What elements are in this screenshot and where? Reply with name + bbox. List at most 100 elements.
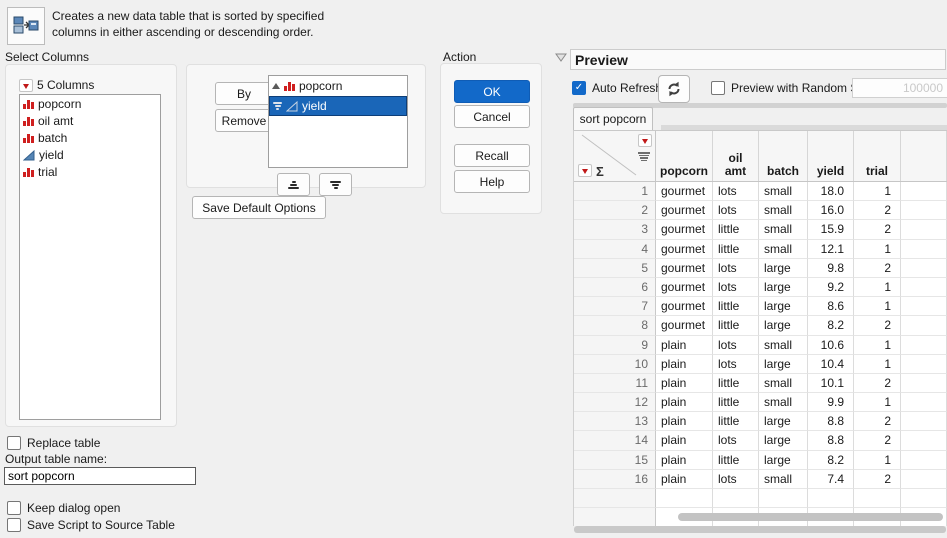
row-number-cell[interactable]: 7 [574,297,656,316]
table-row[interactable]: 9 plain lots small 10.6 1 [574,336,947,355]
cell-yield[interactable]: 9.8 [808,259,854,278]
cell-batch[interactable]: large [759,297,808,316]
row-number-cell[interactable]: 12 [574,393,656,412]
preview-horizontal-scrollbar[interactable] [574,526,946,533]
cell-oil-amt[interactable]: little [713,412,759,431]
cell-popcorn[interactable]: gourmet [656,297,713,316]
row-number-cell[interactable]: 1 [574,182,656,201]
keep-dialog-open-checkbox[interactable] [7,501,21,515]
row-number-cell[interactable]: 5 [574,259,656,278]
sigma-icon[interactable]: Σ [596,165,604,178]
ok-button[interactable]: OK [454,80,530,103]
cell-batch[interactable]: large [759,451,808,470]
cell-oil-amt[interactable]: lots [713,431,759,450]
column-list-item[interactable]: oil amt [20,112,160,129]
cell-batch[interactable]: small [759,220,808,239]
save-default-options-button[interactable]: Save Default Options [192,196,326,219]
table-row[interactable]: 8 gourmet little large 8.2 2 [574,316,947,335]
column-list-item[interactable]: yield [20,146,160,163]
cell-trial[interactable]: 2 [854,470,901,489]
row-number-cell[interactable]: 10 [574,355,656,374]
row-number-cell[interactable]: 13 [574,412,656,431]
cell-oil-amt[interactable]: little [713,316,759,335]
cell-yield[interactable]: 8.8 [808,412,854,431]
sort-ascending-icon[interactable] [272,83,280,89]
random-subset-checkbox[interactable] [711,81,725,95]
cell-oil-amt[interactable]: little [713,374,759,393]
cell-popcorn[interactable]: gourmet [656,278,713,297]
cell-batch[interactable]: large [759,431,808,450]
cell-trial[interactable]: 1 [854,336,901,355]
table-horizontal-scrollbar[interactable] [678,513,943,521]
cell-batch[interactable]: small [759,201,808,220]
cell-oil-amt[interactable]: lots [713,182,759,201]
remove-button[interactable]: Remove [215,109,273,132]
table-row[interactable]: 13 plain little large 8.8 2 [574,412,947,431]
cell-batch[interactable]: small [759,182,808,201]
by-list-item[interactable]: popcorn [269,76,407,96]
table-row[interactable]: 7 gourmet little large 8.6 1 [574,297,947,316]
recall-button[interactable]: Recall [454,144,530,167]
table-row[interactable]: 5 gourmet lots large 9.8 2 [574,259,947,278]
sort-descending-icon[interactable] [273,102,282,110]
cell-trial[interactable]: 1 [854,393,901,412]
random-subset-input[interactable] [852,78,947,98]
cell-batch[interactable]: small [759,336,808,355]
cell-popcorn[interactable]: plain [656,336,713,355]
cell-batch[interactable]: small [759,470,808,489]
cell-yield[interactable]: 10.1 [808,374,854,393]
row-state-icon[interactable] [638,152,650,161]
cell-batch[interactable]: large [759,412,808,431]
rows-red-triangle-menu-icon[interactable] [578,164,592,177]
table-row[interactable]: 1 gourmet lots small 18.0 1 [574,182,947,201]
cell-yield[interactable]: 15.9 [808,220,854,239]
cell-popcorn[interactable]: plain [656,451,713,470]
cell-oil-amt[interactable]: lots [713,259,759,278]
cell-popcorn[interactable]: plain [656,355,713,374]
cell-trial[interactable]: 2 [854,220,901,239]
cell-popcorn[interactable]: plain [656,431,713,450]
column-header-oil-amt[interactable]: oil amt [713,131,759,181]
table-row[interactable]: 4 gourmet little small 12.1 1 [574,240,947,259]
cell-trial[interactable]: 2 [854,431,901,450]
cell-popcorn[interactable]: plain [656,470,713,489]
cell-yield[interactable]: 9.2 [808,278,854,297]
cell-batch[interactable]: small [759,374,808,393]
cell-trial[interactable]: 2 [854,201,901,220]
cell-trial[interactable]: 1 [854,278,901,297]
cell-trial[interactable]: 1 [854,355,901,374]
cell-trial[interactable]: 1 [854,240,901,259]
cell-popcorn[interactable]: gourmet [656,316,713,335]
cell-popcorn[interactable]: gourmet [656,240,713,259]
table-row[interactable]: 15 plain little large 8.2 1 [574,451,947,470]
by-listbox[interactable]: popcorn yield [268,75,408,168]
refresh-button[interactable] [658,75,690,103]
preview-header[interactable]: Preview [570,49,946,70]
help-button[interactable]: Help [454,170,530,193]
table-row[interactable]: 6 gourmet lots large 9.2 1 [574,278,947,297]
cell-popcorn[interactable]: plain [656,374,713,393]
row-number-cell[interactable]: 4 [574,240,656,259]
table-row[interactable]: 11 plain little small 10.1 2 [574,374,947,393]
table-row[interactable]: 14 plain lots large 8.8 2 [574,431,947,450]
red-triangle-menu-icon[interactable] [19,79,33,92]
cell-oil-amt[interactable]: lots [713,355,759,374]
cell-oil-amt[interactable]: lots [713,470,759,489]
cell-yield[interactable]: 7.4 [808,470,854,489]
columns-red-triangle-menu-icon[interactable] [638,134,652,147]
row-number-cell[interactable]: 6 [574,278,656,297]
save-script-checkbox[interactable] [7,518,21,532]
column-header-batch[interactable]: batch [759,131,808,181]
cell-trial[interactable]: 2 [854,316,901,335]
cell-oil-amt[interactable]: lots [713,201,759,220]
cell-yield[interactable]: 8.2 [808,316,854,335]
cancel-button[interactable]: Cancel [454,105,530,128]
cell-popcorn[interactable]: gourmet [656,201,713,220]
cell-popcorn[interactable]: plain [656,412,713,431]
cell-oil-amt[interactable]: lots [713,278,759,297]
auto-refresh-checkbox[interactable]: ✓ [572,81,586,95]
cell-popcorn[interactable]: gourmet [656,259,713,278]
cell-oil-amt[interactable]: little [713,220,759,239]
row-number-cell[interactable]: 8 [574,316,656,335]
row-number-cell[interactable]: 15 [574,451,656,470]
